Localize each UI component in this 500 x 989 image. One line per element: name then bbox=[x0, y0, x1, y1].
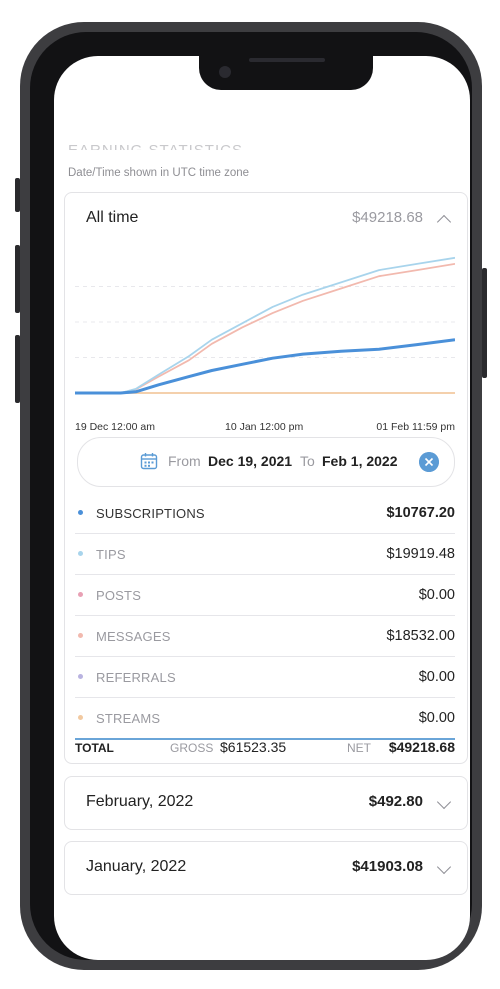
category-label: STREAMS bbox=[96, 711, 161, 726]
x-tick-label: 01 Feb 11:59 pm bbox=[376, 421, 455, 433]
to-label: To bbox=[300, 453, 315, 469]
month-amount: $492.80 bbox=[368, 793, 423, 810]
posts-color-dot bbox=[78, 592, 83, 597]
total-label: TOTAL bbox=[75, 741, 114, 755]
month-name: February, 2022 bbox=[86, 793, 194, 810]
category-amount: $19919.48 bbox=[386, 546, 455, 562]
month-name: January, 2022 bbox=[86, 858, 187, 875]
totals-row: TOTAL GROSS $61523.35 NET $49218.68 bbox=[75, 733, 455, 763]
to-date[interactable]: Feb 1, 2022 bbox=[322, 453, 398, 469]
category-amount: $0.00 bbox=[418, 587, 455, 603]
category-label: POSTS bbox=[96, 588, 142, 603]
category-row-subscriptions[interactable]: SUBSCRIPTIONS $10767.20 bbox=[75, 493, 455, 534]
tips-color-dot bbox=[78, 551, 83, 556]
all-time-title[interactable]: All time bbox=[86, 209, 138, 227]
category-label: TIPS bbox=[96, 547, 126, 562]
referrals-color-dot bbox=[78, 674, 83, 679]
month-amount: $41903.08 bbox=[352, 858, 423, 875]
from-date[interactable]: Dec 19, 2021 bbox=[208, 453, 292, 469]
x-tick-label: 19 Dec 12:00 am bbox=[75, 421, 155, 433]
gross-label: GROSS bbox=[170, 741, 214, 755]
clear-range-icon[interactable] bbox=[419, 452, 439, 472]
month-card-february[interactable]: February, 2022 $492.80 bbox=[64, 776, 468, 830]
category-row-referrals[interactable]: REFERRALS $0.00 bbox=[75, 657, 455, 698]
net-label: NET bbox=[347, 741, 371, 755]
mute-switch bbox=[15, 178, 20, 212]
volume-down-button bbox=[15, 335, 20, 403]
streams-color-dot bbox=[78, 715, 83, 720]
phone-bezel: EARNING STATISTICS Date/Time shown in UT… bbox=[30, 32, 472, 960]
category-list: SUBSCRIPTIONS $10767.20 TIPS $19919.48 P… bbox=[75, 493, 455, 740]
front-camera bbox=[219, 66, 231, 78]
month-card-january[interactable]: January, 2022 $41903.08 bbox=[64, 841, 468, 895]
expand-chevron-icon[interactable] bbox=[436, 859, 452, 875]
phone-screen: EARNING STATISTICS Date/Time shown in UT… bbox=[54, 56, 470, 960]
subscriptions-color-dot bbox=[78, 510, 83, 515]
x-tick-label: 10 Jan 12:00 pm bbox=[225, 421, 304, 433]
calendar-icon bbox=[140, 453, 158, 470]
messages-color-dot bbox=[78, 633, 83, 638]
category-row-posts[interactable]: POSTS $0.00 bbox=[75, 575, 455, 616]
notch bbox=[199, 56, 373, 90]
earpiece-speaker bbox=[249, 58, 325, 62]
net-value: $49218.68 bbox=[388, 739, 455, 755]
from-label: From bbox=[168, 453, 201, 469]
category-row-messages[interactable]: MESSAGES $18532.00 bbox=[75, 616, 455, 657]
earnings-page: EARNING STATISTICS Date/Time shown in UT… bbox=[54, 56, 470, 960]
power-button bbox=[482, 268, 487, 378]
series-line bbox=[75, 338, 455, 395]
phone-frame: EARNING STATISTICS Date/Time shown in UT… bbox=[20, 22, 482, 970]
category-label: SUBSCRIPTIONS bbox=[96, 506, 205, 521]
volume-up-button bbox=[15, 245, 20, 313]
series-line bbox=[75, 256, 455, 394]
category-label: REFERRALS bbox=[96, 670, 176, 685]
timezone-note: Date/Time shown in UTC time zone bbox=[68, 167, 250, 179]
category-row-tips[interactable]: TIPS $19919.48 bbox=[75, 534, 455, 575]
series-line bbox=[75, 263, 455, 394]
category-amount: $10767.20 bbox=[386, 505, 455, 521]
date-range-picker[interactable]: From Dec 19, 2021 To Feb 1, 2022 bbox=[77, 437, 455, 487]
category-amount: $18532.00 bbox=[386, 628, 455, 644]
category-amount: $0.00 bbox=[418, 669, 455, 685]
earnings-line-chart bbox=[75, 256, 455, 395]
gross-value: $61523.35 bbox=[220, 739, 287, 755]
collapse-chevron-icon[interactable] bbox=[436, 214, 452, 230]
category-label: MESSAGES bbox=[96, 629, 171, 644]
all-time-total: $49218.68 bbox=[352, 209, 423, 226]
section-title: EARNING STATISTICS bbox=[68, 142, 243, 150]
category-amount: $0.00 bbox=[418, 710, 455, 726]
expand-chevron-icon[interactable] bbox=[436, 794, 452, 810]
all-time-card: All time $49218.68 19 Dec 12:00 am 10 Ja… bbox=[64, 192, 468, 764]
